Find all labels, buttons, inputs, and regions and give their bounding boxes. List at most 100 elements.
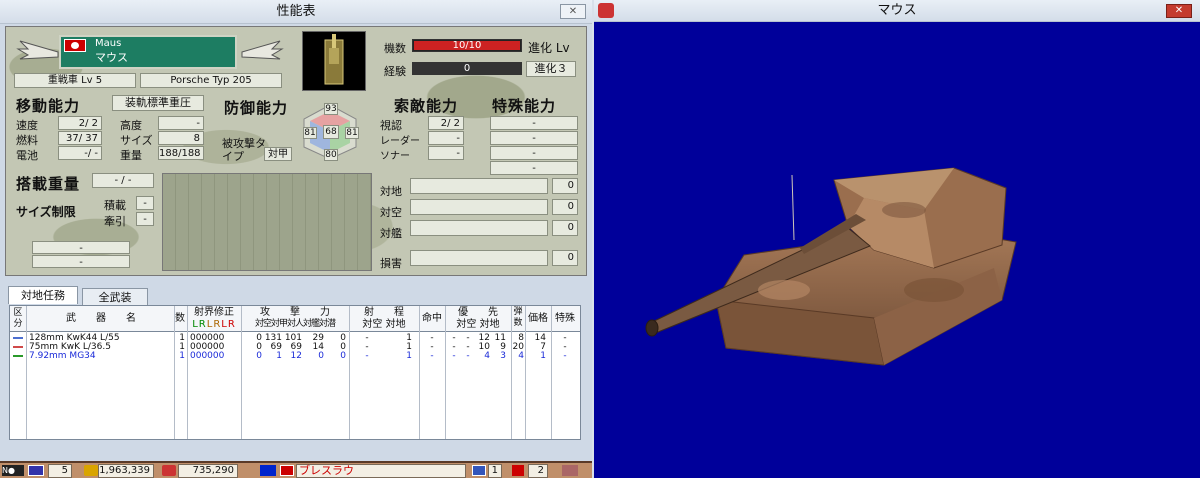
weapons-table-header: 区分 武 器 名 数 射界修正 LRLRLR 攻 撃 力 対空対甲対人対艦対潜 … <box>10 306 580 332</box>
cargo-slots <box>162 173 372 271</box>
armor-bottom-value: 80 <box>324 149 338 161</box>
unit-portrait <box>302 31 366 91</box>
evolution-value: 進化３ <box>526 61 576 77</box>
fuel-label: 燃料 <box>16 134 38 147</box>
table-cell: 1 <box>406 351 412 361</box>
tab-ground-mission[interactable]: 対地任務 <box>8 286 78 304</box>
weapons-table: 区分 武 器 名 数 射界修正 LRLRLR 攻 撃 力 対空対甲対人対艦対潜 … <box>9 305 581 440</box>
unit-model: Porsche Typ 205 <box>140 73 282 88</box>
spec-window: 性能表 ✕ Maus マウス 重戦車 Lv 5 Porsche Typ 205 … <box>0 0 592 478</box>
maus-tank-3d-model <box>645 167 1017 366</box>
status-count-a: 1 <box>488 464 502 478</box>
sonar-label: ソナー <box>380 151 410 162</box>
col-count: 数 <box>175 313 185 324</box>
weapon-type-icon <box>13 346 23 348</box>
left-wing-emblem-icon <box>16 40 59 60</box>
capacity-heading: 搭載重量 <box>16 175 81 193</box>
col-lr: LRLRLR <box>188 319 240 330</box>
size-limit-label: サイズ制限 <box>16 205 76 219</box>
unit-name-jp: マウス <box>95 51 128 64</box>
weight-value: 188/188 <box>158 146 204 160</box>
table-cell: 7.92mm MG34 <box>29 351 96 361</box>
table-row[interactable]: 7.92mm MG34 1 000000 0 1 12 0 0-1- - -4 3 4 1- <box>10 352 580 361</box>
table-cell: 1 <box>179 351 185 361</box>
armor-center-value: 68 <box>323 125 339 139</box>
app-icon <box>598 3 614 18</box>
status-turn-value: 5 <box>48 464 72 478</box>
status-income-value: 735,290 <box>178 464 238 478</box>
special-heading: 特殊能力 <box>492 97 557 115</box>
loadout-extra-1: - <box>32 241 130 254</box>
sight-value: 2/ 2 <box>428 116 464 130</box>
attack-air-label: 対空 <box>380 206 402 219</box>
table-cell: 4 <box>484 351 490 361</box>
attack-ship-value: 0 <box>552 220 578 236</box>
col-special: 特殊 <box>555 313 575 324</box>
attack-ground-value: 0 <box>552 178 578 194</box>
battery-label: 電池 <box>16 149 38 162</box>
status-flag2-icon <box>512 465 524 476</box>
table-cell: 0 <box>318 351 324 361</box>
col-attack: 攻 撃 力 <box>260 307 330 318</box>
load-value: - <box>136 196 154 210</box>
col-priority: 優 先 <box>458 307 498 318</box>
status-area-icon <box>260 465 276 476</box>
count-bar: 10/10 <box>412 39 522 52</box>
col-attack-sub-sea: 対潜 <box>319 319 336 329</box>
col-range: 射 程 <box>364 307 404 318</box>
table-cell: - <box>452 351 456 361</box>
spec-window-close-button[interactable]: ✕ <box>560 4 586 19</box>
special-value-4: - <box>490 161 578 175</box>
damage-bar <box>410 250 548 266</box>
exp-label: 経験 <box>384 65 406 78</box>
radar-value: - <box>428 131 464 145</box>
col-lr-1: L <box>192 319 199 330</box>
armor-right-value: 81 <box>345 127 359 139</box>
tab-all-weapons[interactable]: 全武装 <box>82 288 148 306</box>
radar-label: レーダー <box>380 136 420 147</box>
col-lr-5: L <box>221 319 228 330</box>
status-count-b: 2 <box>528 464 548 478</box>
table-cell: 000000 <box>190 351 225 361</box>
loadout-extra-2: - <box>32 255 130 268</box>
capacity-value: - / - <box>92 173 154 188</box>
speed-value: 2/ 2 <box>58 116 102 130</box>
col-attack-personnel: 対人 <box>286 319 304 329</box>
weapon-type-icon <box>13 355 23 357</box>
status-flag-icon <box>280 465 294 476</box>
target-type-value: 対甲 <box>264 147 292 161</box>
table-cell: - <box>365 351 369 361</box>
exp-value: 0 <box>463 63 471 74</box>
damage-value: 0 <box>552 250 578 266</box>
size-label: サイズ <box>120 134 153 147</box>
target-type-label: 被攻撃タイプ <box>222 137 266 163</box>
col-price: 価格 <box>528 313 548 324</box>
status-funds-icon <box>84 465 98 476</box>
status-menu-icon[interactable] <box>562 465 578 476</box>
table-cell: - <box>563 351 567 361</box>
load-label: 積載 <box>104 199 126 212</box>
sight-label: 視認 <box>380 119 402 132</box>
col-lr-6: R <box>227 319 236 330</box>
table-cell: 3 <box>500 351 506 361</box>
unit-spec-panel: Maus マウス 重戦車 Lv 5 Porsche Typ 205 機数 10/… <box>5 26 587 276</box>
status-bar: N● 5 1,963,339 735,290 ブレスラウ 1 2 <box>0 461 592 478</box>
status-income-icon <box>162 465 176 476</box>
status-nation-icon: N● <box>2 465 24 476</box>
count-value: 10/10 <box>452 40 482 51</box>
weight-label: 重量 <box>120 149 142 162</box>
col-priority-ground: 対地 <box>479 319 500 330</box>
attack-ground-label: 対地 <box>380 185 402 198</box>
mobility-heading: 移動能力 <box>16 97 81 115</box>
col-weapon: 武 器 名 <box>66 313 136 324</box>
status-funds-value: 1,963,339 <box>98 464 154 478</box>
defense-heading: 防御能力 <box>224 99 289 117</box>
col-range-air: 対空 <box>362 319 383 330</box>
model-viewer-close-button[interactable]: ✕ <box>1166 4 1192 18</box>
evolution-label: 進化 Lv <box>528 41 570 55</box>
spec-window-title: 性能表 <box>0 0 592 24</box>
damage-label: 損害 <box>380 257 402 270</box>
table-cell: - <box>430 351 434 361</box>
size-value: 8 <box>158 131 204 145</box>
table-cell: 0 <box>256 351 262 361</box>
